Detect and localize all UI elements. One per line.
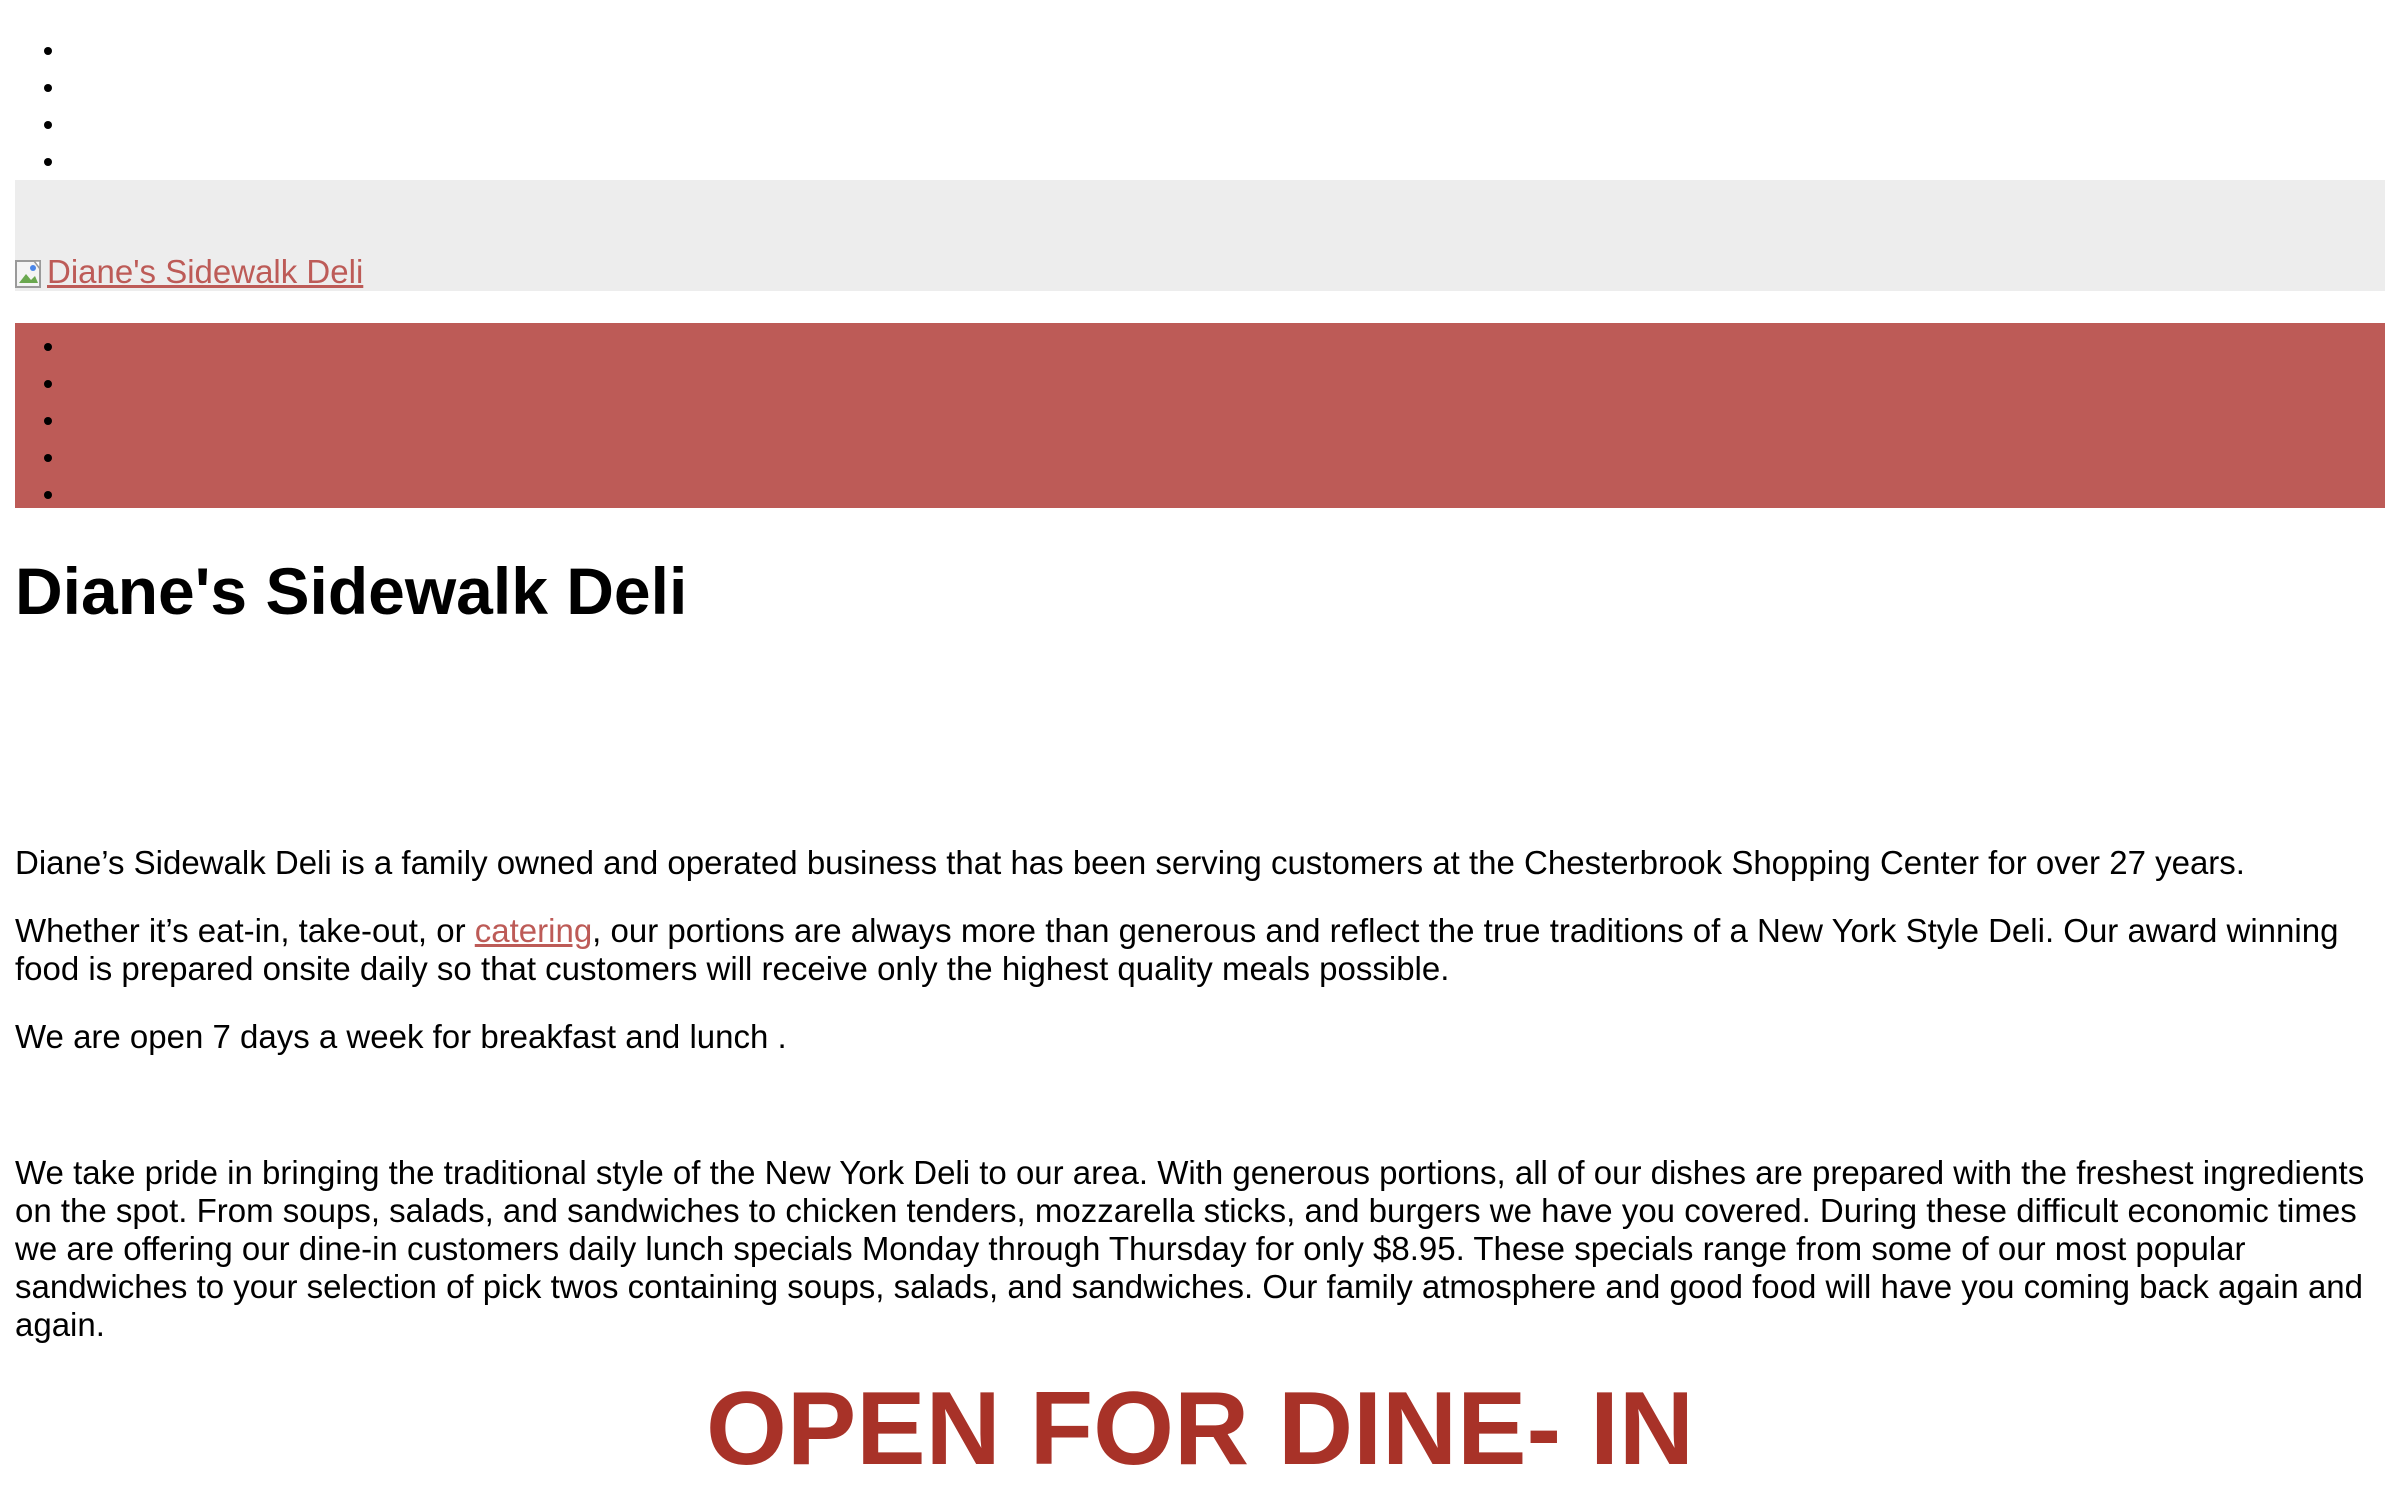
page-title: Diane's Sidewalk Deli	[15, 554, 688, 628]
broken-image-icon	[15, 257, 45, 291]
logo-link[interactable]: Diane's Sidewalk Deli	[15, 253, 363, 291]
top-nav	[15, 0, 2385, 180]
main-nav	[15, 323, 2385, 508]
catering-link[interactable]: catering	[475, 912, 592, 949]
main-content: Diane’s Sidewalk Deli is a family owned …	[15, 636, 2385, 1484]
about-paragraph: We take pride in bringing the traditiona…	[15, 1154, 2365, 1343]
logo-alt-text: Diane's Sidewalk Deli	[47, 253, 364, 290]
main-nav-item[interactable]	[67, 438, 2385, 475]
top-nav-item[interactable]	[67, 68, 2385, 105]
page: Diane's Sidewalk Deli Diane's Sidewalk D…	[0, 0, 2400, 1484]
services-text-before: Whether it’s eat-in, take-out, or	[15, 912, 475, 949]
top-nav-item[interactable]	[67, 31, 2385, 68]
dine-in-banner: OPEN FOR DINE- IN	[705, 1371, 1695, 1487]
intro-paragraph: Diane’s Sidewalk Deli is a family owned …	[15, 844, 2245, 881]
top-nav-item[interactable]	[67, 105, 2385, 142]
main-nav-item[interactable]	[67, 475, 2385, 512]
top-nav-list	[15, 31, 2385, 179]
top-nav-item[interactable]	[67, 142, 2385, 179]
main-nav-item[interactable]	[67, 327, 2385, 364]
hours-paragraph: We are open 7 days a week for breakfast …	[15, 1018, 787, 1055]
main-nav-list	[15, 327, 2385, 512]
logo-bar: Diane's Sidewalk Deli	[15, 180, 2385, 291]
main-nav-item[interactable]	[67, 364, 2385, 401]
main-nav-item[interactable]	[67, 401, 2385, 438]
services-paragraph: Whether it’s eat-in, take-out, or cateri…	[15, 912, 2385, 988]
